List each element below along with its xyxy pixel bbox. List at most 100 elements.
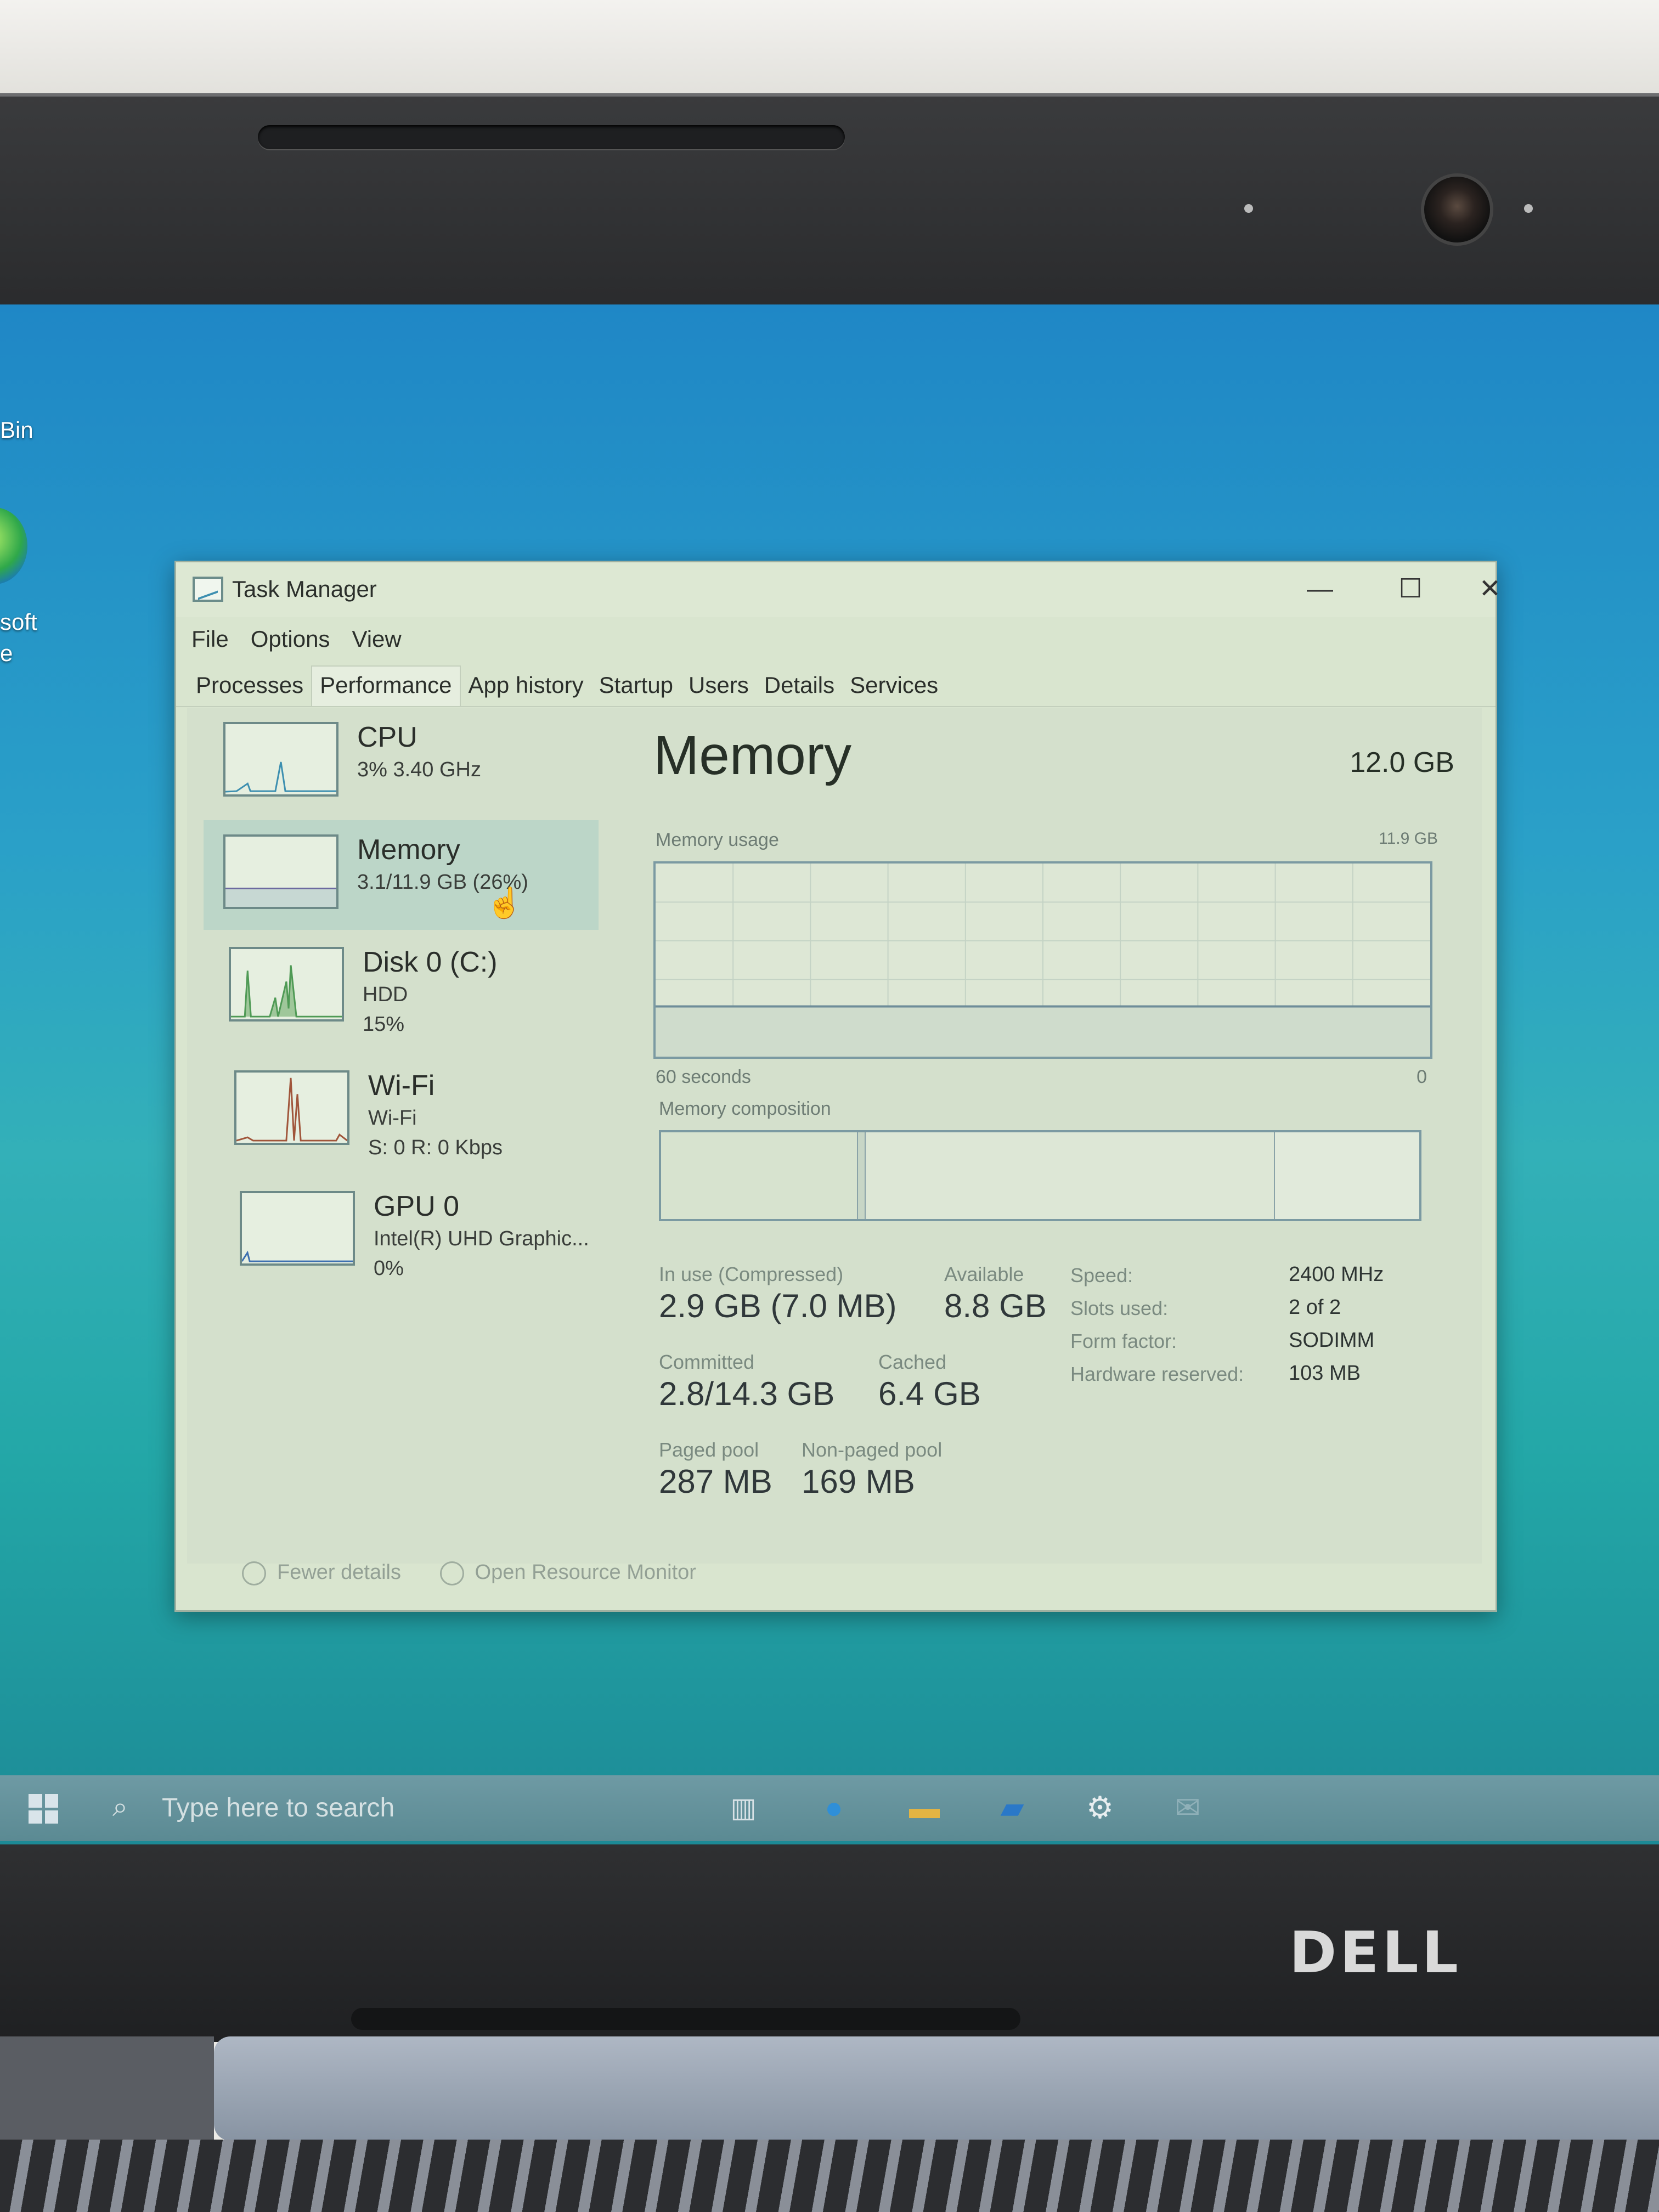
non-paged-pool-value: 169 MB	[802, 1463, 915, 1500]
cpu-thumbnail-graph	[223, 722, 338, 797]
sidebar-detail: 0%	[374, 1257, 404, 1280]
memory-usage-graph	[653, 861, 1432, 1059]
edge-icon[interactable]: ●	[815, 1788, 853, 1827]
laptop-left-edge	[0, 2036, 214, 2146]
edge-desktop-icon[interactable]	[0, 507, 27, 584]
wall-background	[0, 0, 1659, 96]
photo-scene: Bin soft e Task Manager — ☐ ✕ File Optio…	[0, 0, 1659, 2212]
webcam	[1421, 173, 1493, 246]
composition-in-use	[661, 1132, 859, 1219]
non-paged-pool-label: Non-paged pool	[802, 1438, 943, 1461]
memory-composition-bar	[659, 1130, 1421, 1221]
windows-start-icon[interactable]	[29, 1794, 58, 1824]
close-button[interactable]: ✕	[1463, 567, 1517, 611]
menu-options[interactable]: Options	[251, 626, 330, 652]
bezel-slot	[258, 125, 845, 149]
tab-users[interactable]: Users	[681, 667, 757, 706]
sidebar-item-wifi[interactable]: Wi-Fi Wi-Fi S: 0 R: 0 Kbps	[204, 1056, 599, 1166]
tab-details[interactable]: Details	[757, 667, 842, 706]
memory-detail-pane: Memory 12.0 GB Memory usage 11.9 GB 60 s…	[642, 708, 1476, 1564]
task-view-icon[interactable]: ▥	[724, 1788, 763, 1827]
menu-view[interactable]: View	[352, 626, 401, 652]
page-title: Memory	[653, 725, 852, 786]
taskbar: ⌕ Type here to search ▥ ● ▬ ▰ ⚙ ✉	[0, 1775, 1659, 1841]
sidebar-detail: 15%	[363, 1013, 405, 1036]
committed-label: Committed	[659, 1351, 755, 1373]
sidebar-title: Wi-Fi	[368, 1070, 435, 1102]
laptop-base	[214, 2036, 1659, 2141]
minimize-button[interactable]: —	[1282, 567, 1358, 611]
graph-axis-left: 60 seconds	[656, 1066, 751, 1087]
window-footer: Fewer details Open Resource Monitor	[242, 1561, 696, 1585]
open-resource-monitor-label: Open Resource Monitor	[475, 1561, 696, 1584]
sidebar-detail: Intel(R) UHD Graphic...	[374, 1227, 589, 1250]
committed-value: 2.8/14.3 GB	[659, 1375, 835, 1412]
dell-logo: DELL	[1289, 1919, 1462, 1986]
tab-app-history[interactable]: App history	[461, 667, 591, 706]
composition-modified	[858, 1132, 866, 1219]
spec-form-factor-label: Form factor:	[1070, 1330, 1177, 1352]
sidebar-item-disk[interactable]: Disk 0 (C:) HDD 15%	[204, 933, 599, 1042]
memory-usage-fill	[656, 1006, 1430, 1057]
cached-label: Cached	[878, 1351, 947, 1373]
sidebar-detail: 3% 3.40 GHz	[357, 758, 481, 781]
tab-services[interactable]: Services	[842, 667, 946, 706]
disk-thumbnail-graph	[229, 947, 344, 1022]
composition-free	[1275, 1132, 1419, 1219]
laptop-top-bezel	[0, 93, 1659, 311]
in-use-value: 2.9 GB (7.0 MB)	[659, 1288, 897, 1324]
keyboard	[0, 2140, 1659, 2212]
menu-file[interactable]: File	[191, 626, 229, 652]
sidebar-item-memory[interactable]: Memory 3.1/11.9 GB (26%) ☝	[204, 820, 599, 930]
menu-bar: File Options View	[176, 617, 1496, 661]
store-icon[interactable]: ▰	[993, 1788, 1031, 1827]
title-bar[interactable]: Task Manager — ☐ ✕	[176, 562, 1501, 617]
spec-speed-value: 2400 MHz	[1289, 1263, 1384, 1286]
paged-pool-label: Paged pool	[659, 1438, 759, 1461]
maximize-button[interactable]: ☐	[1372, 567, 1449, 611]
taskbar-search-input[interactable]: Type here to search	[162, 1793, 394, 1823]
resource-sidebar: CPU 3% 3.40 GHz Memory 3.1/11.9 GB (26%)…	[187, 708, 615, 1564]
paged-pool-value: 287 MB	[659, 1463, 772, 1500]
performance-panel: CPU 3% 3.40 GHz Memory 3.1/11.9 GB (26%)…	[187, 708, 1482, 1564]
open-resource-monitor-link[interactable]: Open Resource Monitor	[439, 1561, 696, 1585]
sidebar-item-gpu[interactable]: GPU 0 Intel(R) UHD Graphic... 0%	[204, 1177, 599, 1286]
tab-processes[interactable]: Processes	[188, 667, 311, 706]
desktop-label-edge-2[interactable]: e	[0, 640, 13, 667]
desktop-label-recycle-bin[interactable]: Bin	[0, 417, 33, 443]
file-explorer-icon[interactable]: ▬	[905, 1788, 944, 1827]
tab-bar: Processes Performance App history Startu…	[176, 662, 1496, 707]
fewer-details-label: Fewer details	[277, 1561, 401, 1584]
in-use-label: In use (Compressed)	[659, 1263, 844, 1285]
resource-monitor-icon	[439, 1561, 464, 1585]
spec-form-factor-value: SODIMM	[1289, 1329, 1375, 1352]
mail-icon[interactable]: ✉	[1169, 1788, 1207, 1827]
task-manager-window: Task Manager — ☐ ✕ File Options View Pro…	[174, 561, 1501, 1612]
available-label: Available	[944, 1263, 1024, 1285]
search-icon[interactable]: ⌕	[112, 1791, 128, 1823]
sensor-dot	[1244, 204, 1253, 213]
sidebar-title: Memory	[357, 834, 460, 866]
memory-composition-label: Memory composition	[659, 1098, 831, 1119]
fewer-details-link[interactable]: Fewer details	[242, 1561, 401, 1585]
composition-standby	[866, 1132, 1276, 1219]
available-value: 8.8 GB	[944, 1288, 1047, 1324]
tab-startup[interactable]: Startup	[591, 667, 681, 706]
sidebar-detail: S: 0 R: 0 Kbps	[368, 1136, 503, 1159]
tab-performance[interactable]: Performance	[311, 665, 461, 706]
sidebar-title: Disk 0 (C:)	[363, 946, 498, 978]
sidebar-title: GPU 0	[374, 1190, 460, 1222]
sidebar-item-cpu[interactable]: CPU 3% 3.40 GHz	[204, 708, 599, 817]
spec-speed-label: Speed:	[1070, 1264, 1133, 1286]
spec-slots-value: 2 of 2	[1289, 1296, 1341, 1319]
spec-hw-reserved-label: Hardware reserved:	[1070, 1363, 1244, 1385]
mouse-cursor-icon: ☝	[486, 887, 523, 919]
camera-led	[1524, 204, 1533, 213]
sidebar-title: CPU	[357, 721, 417, 753]
cached-value: 6.4 GB	[878, 1375, 981, 1412]
memory-thumbnail-graph	[223, 834, 338, 909]
window-title: Task Manager	[232, 576, 377, 602]
settings-icon[interactable]: ⚙	[1081, 1788, 1119, 1827]
desktop-label-edge-1[interactable]: soft	[0, 609, 37, 635]
laptop-hinge	[351, 2008, 1020, 2030]
